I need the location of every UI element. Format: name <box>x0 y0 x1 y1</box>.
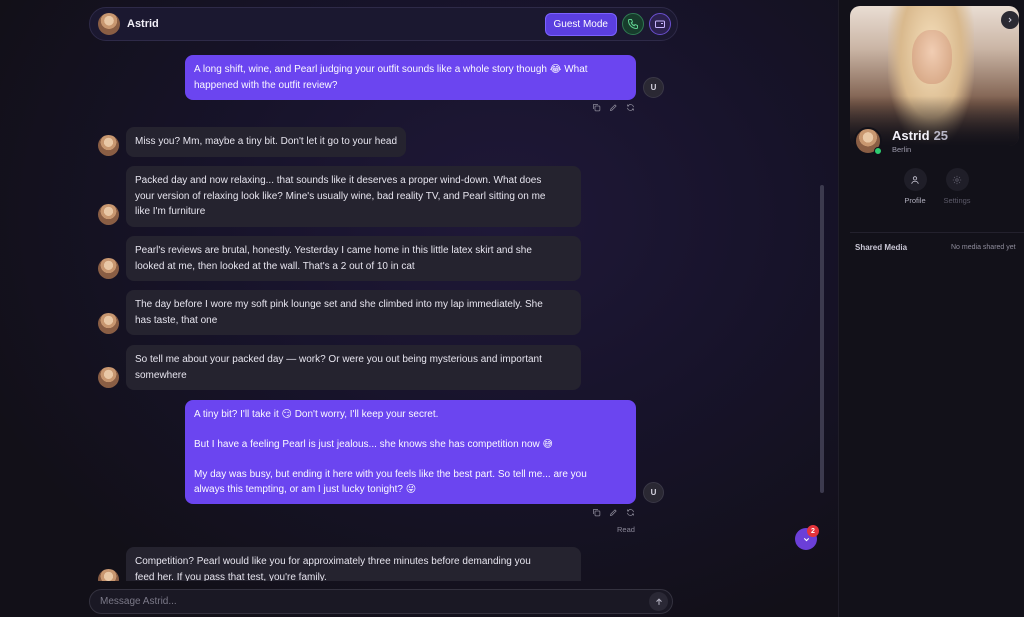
ai-message: The day before I wore my soft pink loung… <box>126 290 581 335</box>
ai-avatar <box>98 569 119 581</box>
copy-icon[interactable] <box>592 508 601 517</box>
scrollbar[interactable] <box>820 185 824 493</box>
ai-avatar <box>98 367 119 388</box>
unread-badge: 2 <box>807 525 819 537</box>
message-input[interactable] <box>100 596 649 607</box>
profile-action-circle <box>903 168 927 191</box>
phone-icon <box>627 19 638 30</box>
video-icon <box>655 20 665 28</box>
message-line: happened with the outfit review? <box>194 79 338 91</box>
arrow-up-icon <box>655 597 662 605</box>
sidebar-city: Berlin <box>892 145 912 154</box>
settings-action-label: Settings <box>943 196 971 205</box>
read-status: Read <box>617 525 635 534</box>
regenerate-icon[interactable] <box>626 508 635 517</box>
chevron-right-icon <box>1008 17 1012 23</box>
message-line: So tell me about your packed day — work?… <box>135 354 542 365</box>
ai-avatar <box>98 135 119 156</box>
message-line <box>194 422 627 437</box>
photo-face <box>912 30 952 84</box>
voice-call-button[interactable] <box>622 13 644 35</box>
ai-avatar <box>98 258 119 279</box>
user-icon <box>911 175 919 184</box>
sidebar-divider <box>850 232 1024 233</box>
message-line: Miss you? Mm, maybe a tiny bit. Don't le… <box>135 136 398 147</box>
collapse-sidebar-button[interactable] <box>1001 11 1019 29</box>
message-actions <box>592 508 635 517</box>
settings-action[interactable]: Settings <box>937 168 977 205</box>
message-line: Pearl's reviews are brutal, honestly. Ye… <box>135 245 532 256</box>
message-line: The day before I wore my soft pink loung… <box>135 299 543 310</box>
profile-photo[interactable] <box>850 6 1019 146</box>
ai-avatar <box>98 313 119 334</box>
ai-avatar <box>98 204 119 225</box>
message-line: Competition? Pearl would like you for ap… <box>135 556 531 567</box>
user-avatar: U <box>643 482 664 503</box>
copy-icon[interactable] <box>592 103 601 112</box>
user-message: A long shift, wine, and Pearl judging yo… <box>185 55 636 100</box>
send-button[interactable] <box>649 592 668 611</box>
ai-message: Packed day and now relaxing... that soun… <box>126 166 581 227</box>
contact-avatar[interactable] <box>98 13 120 35</box>
profile-sidebar: Astrid 25 Berlin Profile Settings Shared … <box>838 0 1024 617</box>
message-line: your version of relaxing look like? Mine… <box>135 190 546 202</box>
user-avatar: U <box>643 77 664 98</box>
sidebar-age: 25 <box>933 128 949 143</box>
message-line <box>194 452 627 467</box>
message-line: has taste, that one <box>135 314 218 326</box>
message-line: feed her. If you pass that test, you're … <box>135 571 327 582</box>
message-line: A tiny bit? I'll take it 😏 Don't worry, … <box>194 409 439 420</box>
profile-action[interactable]: Profile <box>895 168 935 205</box>
chat-area: Astrid Guest Mode A long shift, wine, an… <box>0 0 838 617</box>
message-line: looked at me, then looked at the wall. T… <box>135 260 415 272</box>
online-indicator <box>874 147 882 155</box>
gear-icon <box>952 175 962 184</box>
message-line: always this tempting, or am I just lucky… <box>194 484 417 495</box>
ai-message: Miss you? Mm, maybe a tiny bit. Don't le… <box>126 127 407 157</box>
message-composer <box>89 589 673 614</box>
shared-media-empty: No media shared yet <box>951 244 1016 251</box>
shared-media-title: Shared Media <box>855 243 908 252</box>
video-call-button[interactable] <box>649 13 671 35</box>
clip-region: Competition? Pearl would like you for ap… <box>90 545 590 581</box>
ai-message: So tell me about your packed day — work?… <box>126 345 581 390</box>
sidebar-name-text: Astrid <box>892 128 930 143</box>
profile-action-label: Profile <box>904 196 926 205</box>
ai-message: Competition? Pearl would like you for ap… <box>126 547 581 581</box>
message-actions <box>592 103 635 112</box>
message-line: somewhere <box>135 369 187 381</box>
message-line: But I have a feeling Pearl is just jealo… <box>194 439 553 450</box>
settings-action-circle <box>945 168 969 191</box>
ai-message: Pearl's reviews are brutal, honestly. Ye… <box>126 236 581 281</box>
contact-name: Astrid <box>127 18 159 30</box>
edit-icon[interactable] <box>609 508 618 517</box>
guest-mode-button[interactable]: Guest Mode <box>544 12 617 36</box>
message-line: A long shift, wine, and Pearl judging yo… <box>194 64 588 75</box>
message-line: like I'm furniture <box>135 206 206 217</box>
message-line: My day was busy, but ending it here with… <box>194 469 587 480</box>
user-message: A tiny bit? I'll take it 😏 Don't worry, … <box>185 400 636 504</box>
message-line: Packed day and now relaxing... that soun… <box>135 175 542 186</box>
edit-icon[interactable] <box>609 103 618 112</box>
chat-header: Astrid Guest Mode <box>89 7 678 41</box>
sidebar-name: Astrid 25 <box>892 128 948 143</box>
regenerate-icon[interactable] <box>626 103 635 112</box>
